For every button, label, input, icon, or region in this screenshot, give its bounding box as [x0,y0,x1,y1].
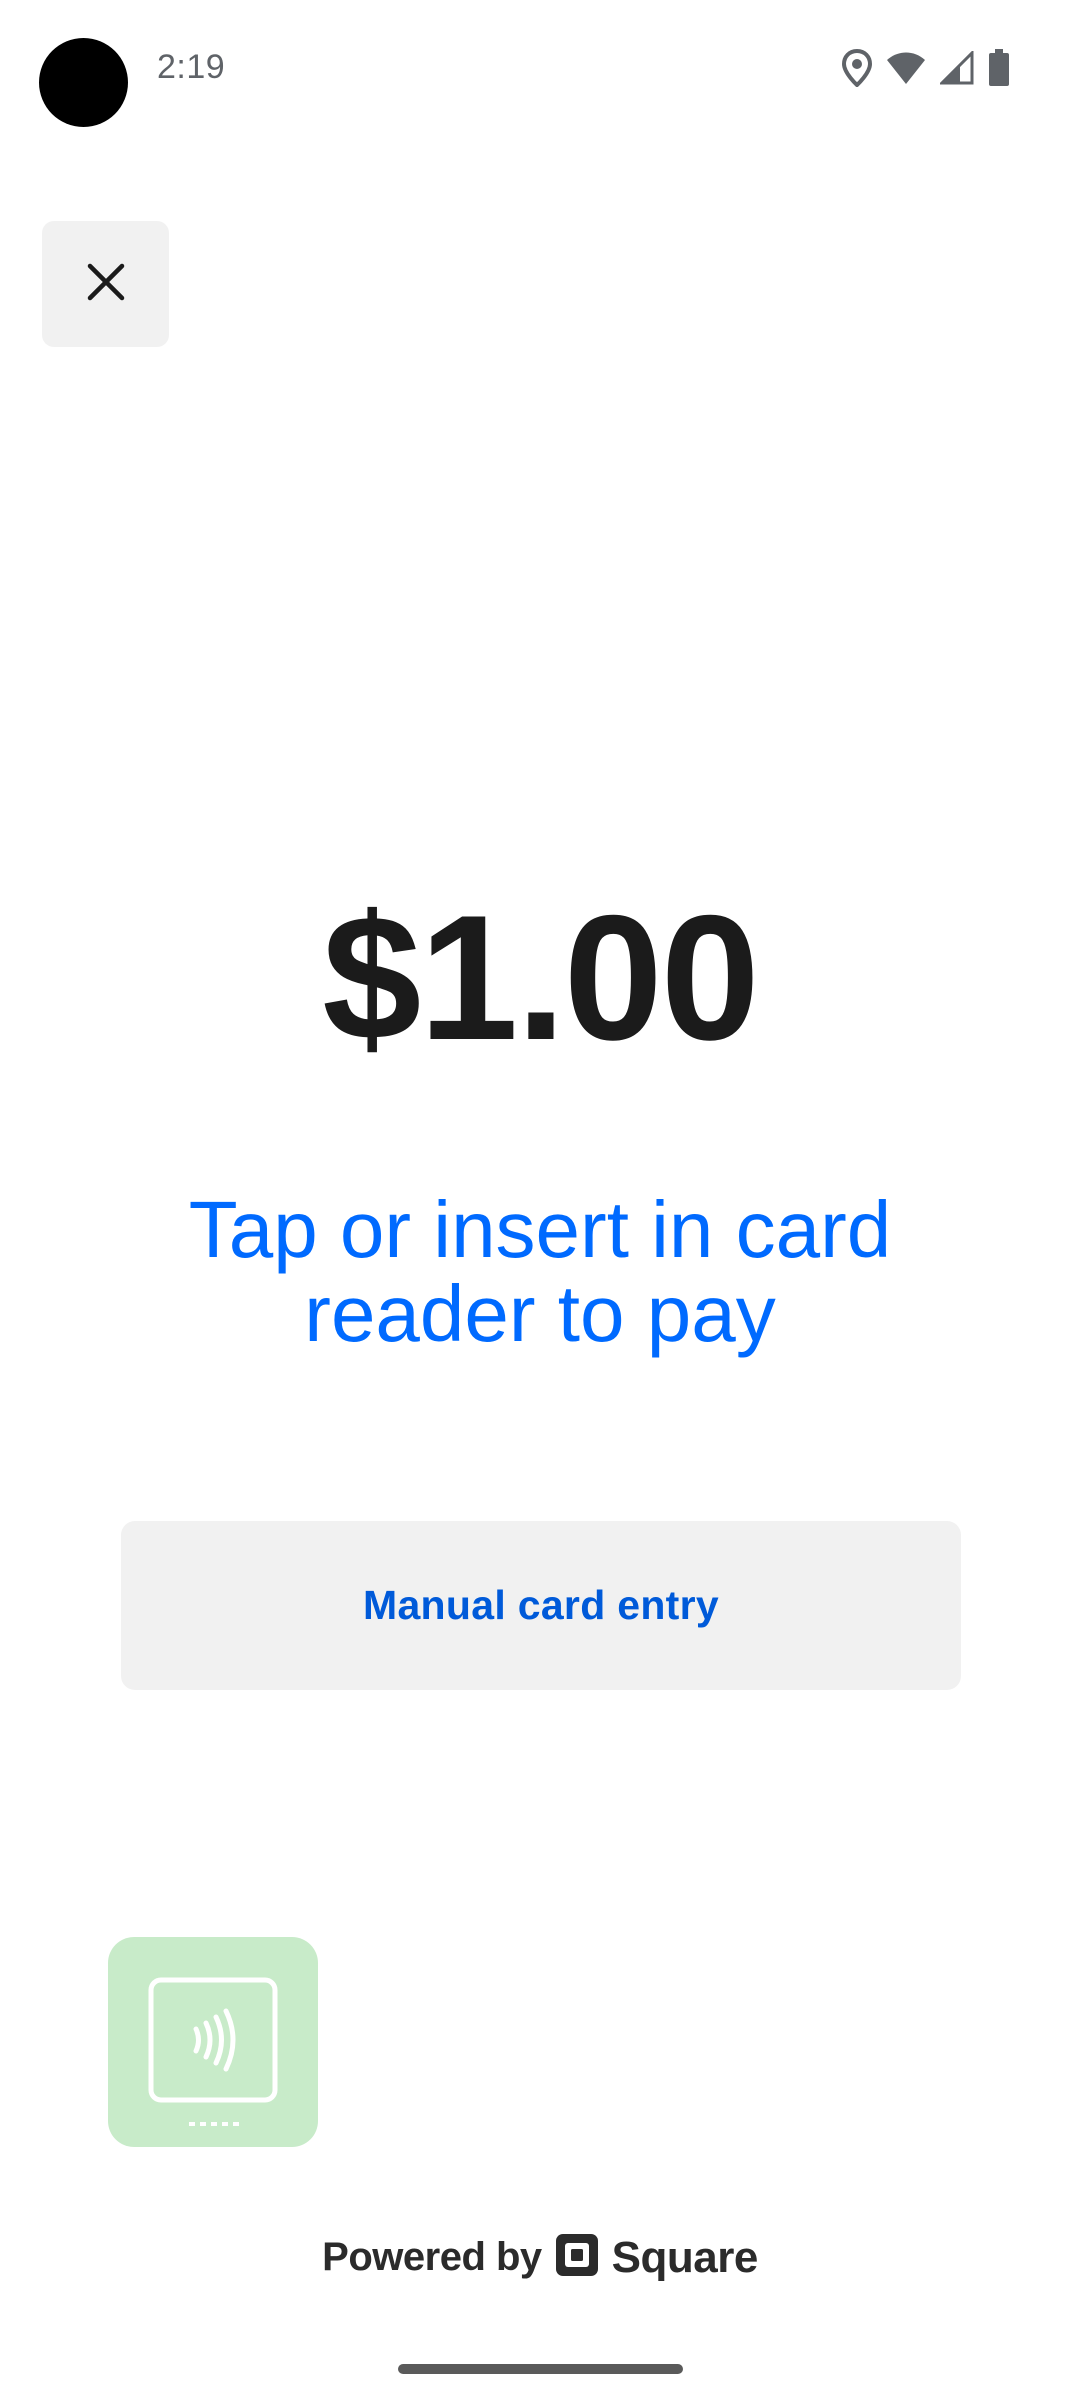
cellular-signal-icon [940,51,974,85]
close-button[interactable] [42,221,169,347]
battery-icon [988,49,1010,87]
payment-instruction: Tap or insert in card reader to pay [120,1188,960,1356]
instruction-line-1: Tap or insert in card [188,1185,892,1274]
close-icon [86,262,126,307]
powered-by-square: Powered by Square [0,2232,1080,2283]
manual-card-entry-button[interactable]: Manual card entry [121,1521,961,1690]
card-reader-tile[interactable] [108,1937,318,2147]
location-icon [842,49,872,87]
contactless-reader-icon [148,1977,278,2126]
status-time: 2:19 [157,48,226,86]
instruction-line-2: reader to pay [304,1269,776,1358]
status-icons [842,48,1010,88]
square-logo-icon [554,2232,600,2283]
powered-by-label: Powered by [322,2235,542,2279]
camera-cutout [39,38,128,127]
payment-amount: $1.00 [322,878,759,1077]
status-bar: 2:19 [0,0,1080,140]
wifi-icon [886,51,926,85]
checkout-screen: 2:19 $1.00 Tap or insert in card reader … [0,0,1080,2400]
manual-card-entry-label: Manual card entry [363,1582,719,1628]
square-brand-name: Square [611,2232,759,2282]
gesture-nav-handle[interactable] [398,2364,683,2374]
